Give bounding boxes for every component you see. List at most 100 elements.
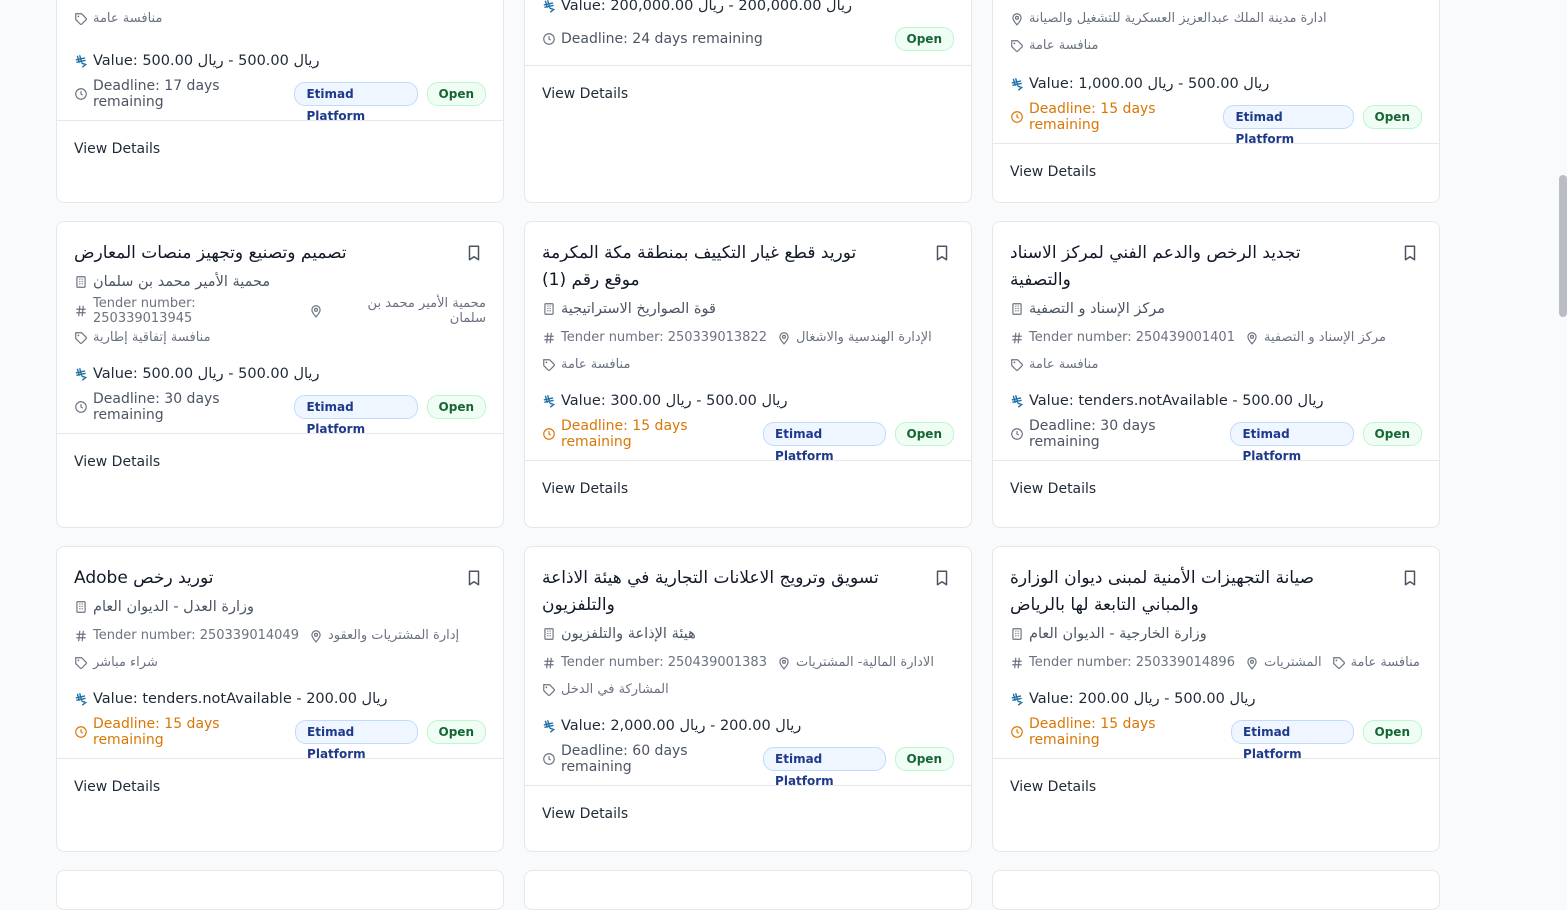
view-details-link[interactable]: View Details xyxy=(542,481,628,497)
tender-meta-line: Tender number: 250339013822 الإدارة الهن… xyxy=(542,324,954,351)
card-footer: View Details xyxy=(993,460,1439,517)
view-details-link[interactable]: View Details xyxy=(542,86,628,102)
tender-card: توريد قطع غيار التكييف بمنطقة مكة المكرم… xyxy=(524,221,972,528)
view-details-link[interactable]: View Details xyxy=(74,141,160,157)
view-details-link[interactable]: View Details xyxy=(74,779,160,795)
clock-icon xyxy=(74,87,88,101)
platform-badge: Etimad Platform xyxy=(763,422,886,463)
card-footer: View Details xyxy=(993,143,1439,200)
status-badge: Open xyxy=(894,27,954,51)
tag-icon xyxy=(1010,39,1024,53)
category-text: منافسة إتفاقية إطارية xyxy=(93,330,211,345)
tender-title: صيانة التجهيزات الأمنية لمبنى ديوان الوز… xyxy=(1010,568,1315,615)
location-pin-icon xyxy=(777,331,791,345)
organization-text: وزارة العدل - الديوان العام xyxy=(93,599,254,615)
tender-title: تسويق وترويج الاعلانات التجارية في هيئة … xyxy=(542,568,879,615)
value-text: Value: tenders.notAvailable - 200.00 ريا… xyxy=(93,691,388,707)
value-line: Value: 300.00 ريال 500.00 - ريال xyxy=(542,384,954,418)
page-scrollbar[interactable] xyxy=(1559,175,1567,317)
clock-icon xyxy=(542,752,556,766)
deadline-text: Deadline: 15 days remaining xyxy=(93,716,220,748)
riyal-icon xyxy=(542,0,556,13)
card-footer: View Details xyxy=(525,460,971,517)
tender-card: تجديد الرخص والدعم الفني لمركز الاسناد و… xyxy=(992,221,1440,528)
card-body: منافسة عامة Value: 500.00 ريال 500.00 - … xyxy=(57,5,503,123)
platform-badge: Etimad Platform xyxy=(294,82,418,123)
tag-icon xyxy=(542,358,556,372)
tender-meta-line: Tender number: 250339013945 محمية الأمير… xyxy=(74,296,486,326)
location-text: مركز الإسناد و التصفية xyxy=(1263,330,1386,345)
card-body: توريد قطع غيار التكييف بمنطقة مكة المكرم… xyxy=(525,222,971,463)
deadline-text: Deadline: 15 days remaining xyxy=(1029,101,1156,133)
location-pin-icon xyxy=(777,656,791,670)
category-text: منافسة عامة xyxy=(93,11,163,26)
location-pin-icon xyxy=(1245,656,1259,670)
view-details-link[interactable]: View Details xyxy=(1010,481,1096,497)
organization-line: محمية الأمير محمد بن سلمان xyxy=(74,267,486,297)
location-line: ادارة مدينة الملك عبدالعزيز العسكرية للت… xyxy=(1010,5,1422,32)
value-line: Value: 500.00 ريال 500.00 - ريال xyxy=(74,44,486,78)
deadline-row: Deadline: 60 days remaining Etimad Platf… xyxy=(542,743,954,788)
deadline-row: Deadline: 15 days remaining Etimad Platf… xyxy=(542,418,954,463)
view-details-link[interactable]: View Details xyxy=(1010,779,1096,795)
building-icon xyxy=(74,600,88,614)
category-text: منافسة عامة xyxy=(561,357,631,372)
deadline-text: Deadline: 15 days remaining xyxy=(561,418,688,450)
organization-text: هيئة الإذاعة والتلفزيون xyxy=(561,626,696,642)
organization-line: مركز الإسناد و التصفية xyxy=(1010,294,1422,324)
tender-number-text: Tender number: 250339014896 xyxy=(1029,655,1235,670)
clock-icon xyxy=(1010,110,1024,124)
hash-icon xyxy=(74,629,88,643)
deadline-row: Deadline: 30 days remaining Etimad Platf… xyxy=(1010,418,1423,463)
platform-badge: Etimad Platform xyxy=(294,395,418,436)
tender-title: تصميم وتصنيع وتجهيز منصات المعارض xyxy=(74,243,347,263)
tender-number-text: Tender number: 250439001383 xyxy=(561,655,767,670)
category-line: منافسة عامة xyxy=(1010,32,1422,59)
card-body: تجديد الرخص والدعم الفني لمركز الاسناد و… xyxy=(993,222,1439,463)
organization-line: هيئة الإذاعة والتلفزيون xyxy=(542,619,954,649)
clock-icon xyxy=(74,725,88,739)
view-details-link[interactable]: View Details xyxy=(74,454,160,470)
view-details-link[interactable]: View Details xyxy=(542,806,628,822)
tender-card xyxy=(992,870,1440,910)
riyal-icon xyxy=(74,54,88,68)
location-text: إدارة المشتريات والعقود xyxy=(327,628,460,643)
view-details-link[interactable]: View Details xyxy=(1010,164,1096,180)
card-body: توريد رخص Adobe وزارة العدل - الديوان ال… xyxy=(57,547,503,761)
building-icon xyxy=(74,275,88,289)
tender-number-text: Tender number: 250339014049 xyxy=(93,628,299,643)
value-text: Value: 200.00 ريال 500.00 - ريال xyxy=(1029,691,1256,707)
deadline-text: Deadline: 30 days remaining xyxy=(93,391,220,423)
deadline-text: Deadline: 24 days remaining xyxy=(561,31,763,47)
clock-icon xyxy=(1010,725,1024,739)
location-pin-icon xyxy=(309,304,323,318)
riyal-icon xyxy=(1010,77,1024,91)
value-text: Value: 500.00 ريال 500.00 - ريال xyxy=(93,53,320,69)
tender-card: تسويق وترويج الاعلانات التجارية في هيئة … xyxy=(524,546,972,852)
deadline-text: Deadline: 17 days remaining xyxy=(93,78,220,110)
tender-card xyxy=(524,870,972,910)
hash-icon xyxy=(1010,331,1024,345)
tag-icon xyxy=(74,12,88,26)
tag-icon xyxy=(542,683,556,697)
location-pin-icon xyxy=(1245,331,1259,345)
riyal-icon xyxy=(74,692,88,706)
platform-badge: Etimad Platform xyxy=(1231,720,1354,761)
tender-card xyxy=(56,870,504,910)
category-line: منافسة عامة xyxy=(542,351,954,378)
value-text: Value: 200,000.00 ريال 200,000.00 - ريال xyxy=(561,0,853,14)
category-line: منافسة عامة xyxy=(1010,351,1422,378)
tender-title: توريد قطع غيار التكييف بمنطقة مكة المكرم… xyxy=(542,243,857,290)
platform-badge: Etimad Platform xyxy=(763,747,886,788)
deadline-row: Deadline: 17 days remaining Etimad Platf… xyxy=(74,78,487,123)
card-body: صيانة التجهيزات الأمنية لمبنى ديوان الوز… xyxy=(993,547,1439,761)
deadline-text: Deadline: 15 days remaining xyxy=(1029,716,1156,748)
category-text: منافسة عامة xyxy=(1350,655,1420,670)
tender-meta-line: Tender number: 250439001401 مركز الإسناد… xyxy=(1010,324,1422,351)
value-line: Value: tenders.notAvailable - 500.00 ريا… xyxy=(1010,384,1422,418)
value-line: Value: 500.00 ريال 500.00 - ريال xyxy=(74,357,486,391)
card-body: تصميم وتصنيع وتجهيز منصات المعارض محمية … xyxy=(57,222,503,436)
clock-icon xyxy=(542,427,556,441)
hash-icon xyxy=(74,304,88,318)
deadline-row: Deadline: 30 days remaining Etimad Platf… xyxy=(74,391,487,436)
